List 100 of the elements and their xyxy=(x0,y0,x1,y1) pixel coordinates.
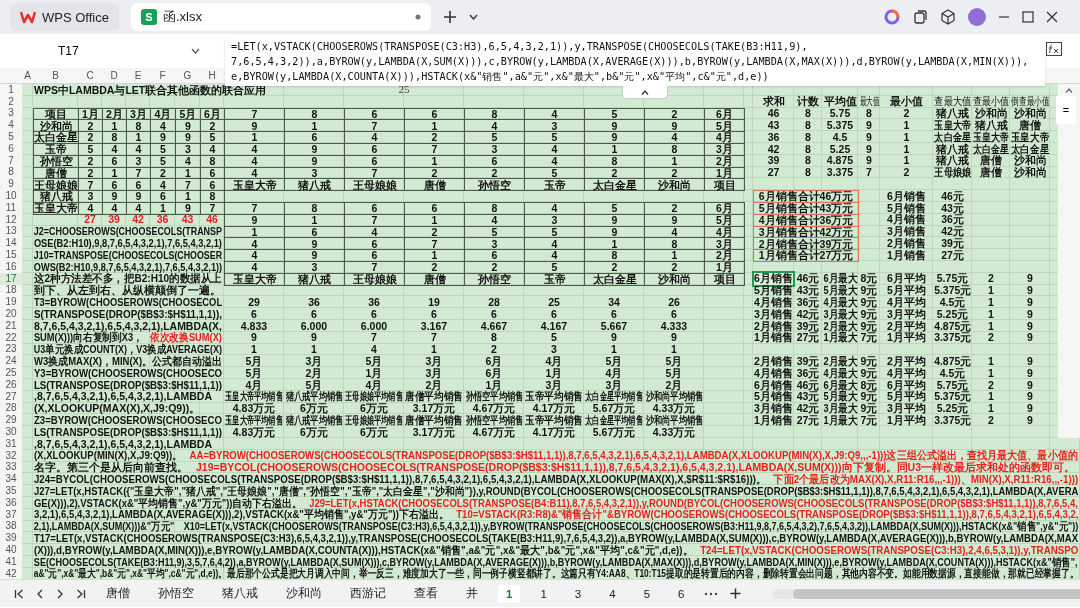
table-cell: 4 xyxy=(524,201,585,215)
cell-text: GE(X))),2),VSTACK(x&"平均销售",y&"万元"))自动下右溢出。 J29=LET(x,HSTACK(CHOOSECOLS(TRANSPOSE(B4:B11),8,7,6,5,4,3,2,1)),y,ROUND(BYCOL(CHOOSEROWS(CHOOSECOLS(TRANSPOSE(DROP($B$3:$H$11,1,1)),8,7,6,5,4, xyxy=(33,496,1078,509)
table-cell: 27 xyxy=(84,213,96,226)
column-header[interactable]: C xyxy=(78,68,102,83)
table-cell: 4月平均 xyxy=(887,367,926,379)
sheet-tab[interactable]: 1 xyxy=(532,584,555,603)
row-number[interactable]: 30 xyxy=(0,426,22,438)
table-cell: 4.83万元 xyxy=(232,426,276,438)
cell-text: 3,2,1),6,5,4,3,2,1),LAMBDA(X,AVERAGE(X))),2),VSTACK(x&"平均销售",y&"万元"))下右溢出。 T10=VSTACK(R3:R8)&"销售合计"&BYROW(CHOOSEROWS(CHOOSECOLS(TRANSPOSE(DROP($B$3:$H$11,1,1)),8,7,6,5,4,3,2,1),6,5,4,3,2, xyxy=(33,508,1079,521)
sheet-tab[interactable]: 猪八戒 xyxy=(214,583,266,605)
table-cell: 5.375元 xyxy=(934,390,971,403)
table-cell: 2月最大 xyxy=(823,319,857,332)
row-number[interactable]: 10 xyxy=(0,190,22,202)
last-sheet-icon[interactable] xyxy=(76,588,86,599)
vertical-scrollbar[interactable] xyxy=(1058,84,1080,438)
table-cell: 9 xyxy=(1027,331,1033,344)
chevron-down-icon[interactable] xyxy=(468,14,478,20)
cube-icon[interactable] xyxy=(940,9,956,25)
sheet-tab[interactable]: 查看 xyxy=(406,583,446,605)
table-cell: 6月平均 xyxy=(887,378,926,391)
row-number[interactable]: 20 xyxy=(0,308,22,320)
new-tab-icon[interactable] xyxy=(442,10,457,24)
first-sheet-icon[interactable] xyxy=(14,588,24,599)
sheet-tab[interactable]: 3 xyxy=(566,584,590,603)
table-cell: 42元 xyxy=(941,225,964,238)
table-cell: 6 xyxy=(371,308,377,320)
table-cell: 9 xyxy=(1027,296,1033,309)
table-cell: 4.875元 xyxy=(934,319,971,332)
table-cell: 46元 xyxy=(796,378,820,391)
cell-text: (X,XLOOKUP(MIN(X),X,J9:Q9))。 AA=BYROW(CHOOSEROWS(CHOOSECOLS(TRANSPOSE(DROP($B$3:$H$11,1,1)),8,7,6,5,4,3,2,1),6,5,4,3,2,1),LAMBDA(X,XLOOKUP(MIN(X),X,J9:Q9,,,-1)))这三组公式溢出，查找月最大值、最小值的 xyxy=(33,449,1078,462)
table-cell: 唐僧平均销售 xyxy=(405,414,463,427)
avatar-icon[interactable] xyxy=(968,8,986,26)
table-cell: 8元 xyxy=(860,378,878,391)
column-header[interactable]: D xyxy=(102,68,126,83)
column-header[interactable]: F xyxy=(150,68,175,83)
sheet-tab[interactable]: 唐僧 xyxy=(98,583,138,605)
row-number[interactable]: 24 xyxy=(0,355,22,368)
table-cell: 6月最大 xyxy=(823,378,857,391)
column-header[interactable]: A xyxy=(22,68,33,83)
sheet-tab[interactable]: 沙和尚 xyxy=(278,583,330,605)
close-icon[interactable] xyxy=(1046,11,1058,23)
table-cell: 9元 xyxy=(860,367,878,379)
table-cell: 43元 xyxy=(796,390,820,403)
table-cell: 1 xyxy=(311,343,317,356)
table-cell: 27 xyxy=(767,166,780,179)
table-cell: 7 xyxy=(431,331,437,344)
sheet-tab[interactable]: 孙悟空 xyxy=(150,583,202,605)
maximize-icon[interactable] xyxy=(1022,11,1034,23)
table-cell: 1 xyxy=(988,296,994,309)
sheet-tab[interactable]: 1 xyxy=(498,584,521,603)
row-number[interactable]: 25 xyxy=(0,367,22,379)
table-cell: 8 xyxy=(805,131,811,143)
table-cell: 39元 xyxy=(796,319,820,332)
table-cell: 4月最大 xyxy=(823,367,857,379)
row-number[interactable]: 14 xyxy=(0,237,22,250)
table-cell: 2 xyxy=(491,343,497,356)
row-number[interactable]: 4 xyxy=(0,119,22,132)
row-number[interactable]: 29 xyxy=(0,414,22,427)
formula-bar[interactable]: =LET(x,VSTACK(CHOOSEROWS(TRANSPOSE(C3:H3),6,5,4,3,2,1)),y,TRANSPOSE(CHOOSECOLS(TAKE(B3:H11,9), 7,6,5,4,3,2)),a,BYROW(y,LAMBDA(X,SUM(X))),c,BYROW(y,LAMBDA(X,AVERAGE(X))),b,BYROW(y,LAMBDA(X,MAX(X))),d,BYROW(y,LAMBDA(X,MIN(X))), e,BYROW(y,LAMBDA(X,COUNTA(X))),HSTACK(x&"销售",a&"元",x&"最大",b&"元",x&"平均",c&"元",d,e)) xyxy=(225,37,1045,86)
table-cell: 6 xyxy=(251,308,257,320)
table-cell: 9元 xyxy=(860,284,878,297)
table-cell: 5月销售 xyxy=(887,201,926,214)
row-number[interactable]: 9 xyxy=(0,178,22,191)
row-number[interactable]: 1 xyxy=(0,84,22,96)
color-ring-icon[interactable] xyxy=(884,9,900,25)
table-cell: 5月 xyxy=(665,367,683,379)
window-tab[interactable]: S 函.xlsx xyxy=(130,3,431,31)
previous-sheet-icon[interactable] xyxy=(36,588,44,599)
row-number[interactable]: 39 xyxy=(0,532,22,545)
row-number[interactable]: 38 xyxy=(0,520,22,533)
column-header[interactable]: G xyxy=(175,68,200,83)
sheet-tab[interactable]: 并 xyxy=(458,583,486,605)
table-cell: 5月平均 xyxy=(887,390,926,403)
row-number[interactable]: 5 xyxy=(0,131,22,143)
table-cell: 3.375元 xyxy=(934,331,971,344)
row-number[interactable]: 19 xyxy=(0,296,22,309)
window-stack-icon[interactable] xyxy=(912,9,928,25)
next-sheet-icon[interactable] xyxy=(56,588,64,599)
column-header[interactable]: H xyxy=(200,68,224,83)
row-number[interactable]: 35 xyxy=(0,485,22,497)
sheet-tab[interactable]: 4 xyxy=(601,584,624,603)
table-cell: 4.67万元 xyxy=(472,402,516,415)
window-tab[interactable]: WPS Office xyxy=(10,3,119,31)
sheet-tab[interactable]: 西游记 xyxy=(342,583,394,605)
row-number[interactable]: 34 xyxy=(0,473,22,486)
row-number[interactable]: 15 xyxy=(0,249,22,261)
row-number[interactable]: 40 xyxy=(0,544,22,556)
table-cell: 7元 xyxy=(860,414,878,427)
table-cell: 猪八戒 xyxy=(284,178,345,192)
cell-text: 这2种方法差不多，把B2:H10的数据从上 xyxy=(33,272,222,285)
table-cell: 沙和尚 xyxy=(974,107,1008,120)
table-cell: 2 xyxy=(903,107,910,120)
column-header[interactable]: E xyxy=(126,68,150,83)
sheet-tab[interactable]: 5 xyxy=(635,584,659,603)
table-cell: 王母娘娘 xyxy=(934,166,971,179)
more-icon[interactable] xyxy=(704,591,719,596)
function-fx-icon[interactable] xyxy=(1046,42,1062,56)
column-header[interactable]: B xyxy=(33,68,78,83)
sheet-tab[interactable]: 6 xyxy=(670,584,693,603)
add-sheet-icon[interactable] xyxy=(730,588,742,600)
